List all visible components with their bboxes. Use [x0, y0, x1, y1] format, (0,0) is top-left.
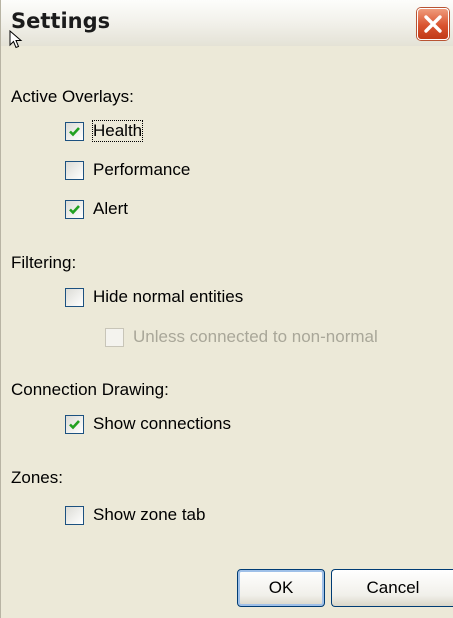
- health-label[interactable]: Health: [91, 120, 144, 142]
- checkmark-icon: [69, 127, 80, 137]
- settings-dialog: Settings Active Overlays: Health Perform…: [0, 0, 453, 618]
- checkmark-icon: [69, 205, 80, 215]
- ok-button[interactable]: OK: [237, 569, 325, 607]
- mouse-cursor-icon: [9, 30, 23, 49]
- alert-label[interactable]: Alert: [93, 199, 128, 219]
- cancel-button[interactable]: Cancel: [331, 569, 453, 607]
- show-connections-label[interactable]: Show connections: [93, 414, 231, 434]
- zones-label: Zones:: [11, 468, 63, 487]
- checkmark-icon: [69, 420, 80, 430]
- checkbox-box: [105, 328, 124, 347]
- active-overlays-label: Active Overlays:: [11, 87, 134, 106]
- checkbox-box[interactable]: [65, 288, 84, 307]
- checkbox-box[interactable]: [65, 506, 84, 525]
- checkbox-box[interactable]: [65, 415, 84, 434]
- show-zone-tab-label[interactable]: Show zone tab: [93, 505, 205, 525]
- close-icon: [424, 15, 442, 33]
- checkbox-box[interactable]: [65, 200, 84, 219]
- hide-normal-entities-label[interactable]: Hide normal entities: [93, 287, 243, 307]
- unless-connected-label: Unless connected to non-normal: [133, 327, 378, 346]
- title-bar[interactable]: Settings: [1, 0, 453, 49]
- close-button[interactable]: [417, 8, 449, 40]
- performance-label[interactable]: Performance: [93, 160, 190, 180]
- filtering-label: Filtering:: [11, 253, 77, 272]
- checkbox-box[interactable]: [65, 122, 84, 141]
- connection-drawing-label: Connection Drawing:: [11, 380, 169, 399]
- window-title: Settings: [11, 9, 111, 33]
- checkbox-box[interactable]: [65, 161, 84, 180]
